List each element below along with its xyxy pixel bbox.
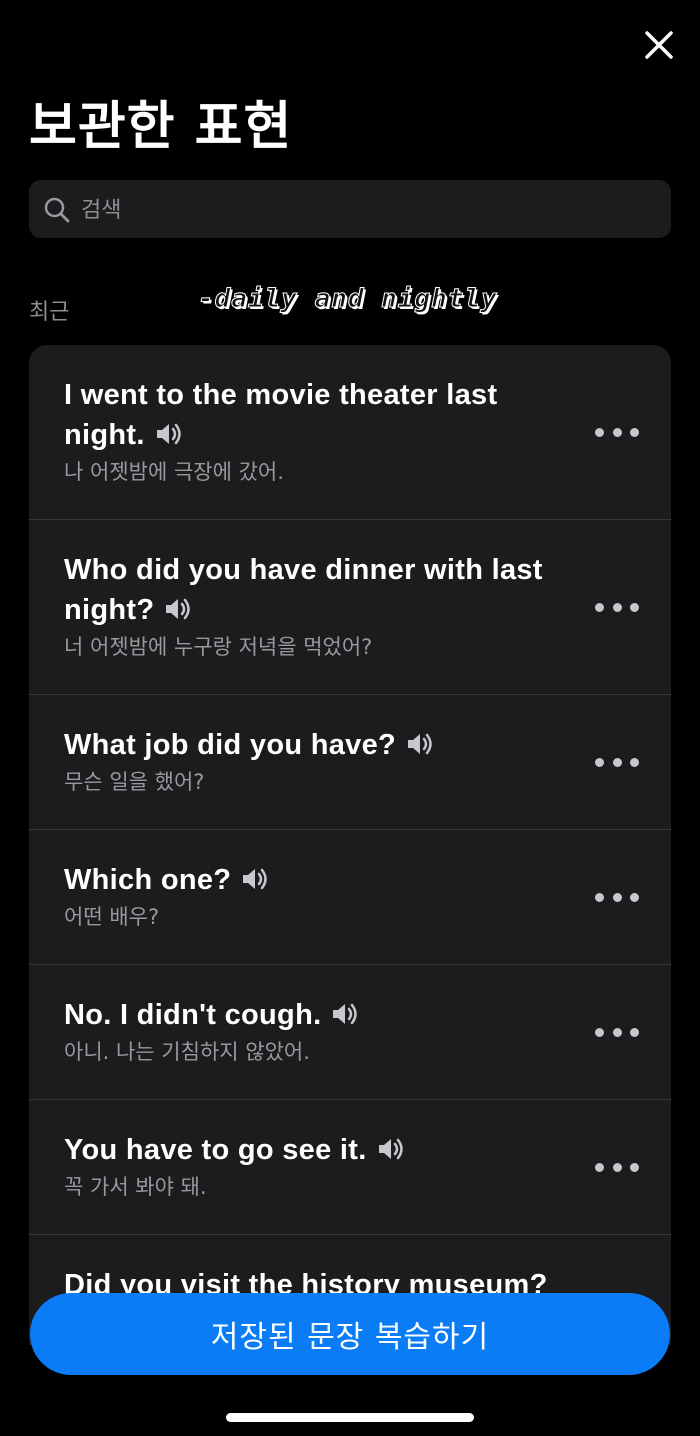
- korean-translation: 꼭 가서 봐야 돼.: [64, 1175, 207, 1199]
- korean-translation: 무슨 일을 했어?: [64, 770, 205, 794]
- list-item[interactable]: Which one? 어떤 배우?: [29, 830, 671, 965]
- page-title: 보관한 표현: [29, 97, 293, 157]
- close-icon[interactable]: [640, 26, 678, 64]
- more-dot: [595, 892, 604, 902]
- list-item[interactable]: You have to go see it. 꼭 가서 봐야 돼.: [29, 1100, 671, 1235]
- more-options-button[interactable]: [595, 752, 639, 772]
- speaker-icon[interactable]: [406, 731, 434, 757]
- more-dot: [612, 1162, 622, 1172]
- list-item[interactable]: Who did you have dinner with last night?…: [29, 520, 671, 695]
- korean-translation: 나 어젯밤에 극장에 갔어.: [64, 460, 284, 484]
- more-dot: [612, 892, 622, 902]
- saved-expressions-list: I went to the movie theater last night. …: [29, 345, 671, 1345]
- speaker-icon[interactable]: [377, 1136, 405, 1162]
- english-sentence: What job did you have?: [64, 729, 397, 761]
- list-item[interactable]: What job did you have? 무슨 일을 했어?: [29, 695, 671, 830]
- more-dot: [595, 757, 604, 767]
- more-options-button[interactable]: [595, 1157, 639, 1177]
- english-sentence: No. I didn't cough.: [64, 999, 322, 1031]
- list-item[interactable]: No. I didn't cough. 아니. 나는 기침하지 않았어.: [29, 965, 671, 1100]
- korean-translation: 어떤 배우?: [64, 905, 160, 929]
- watermark: -daily and nightly: [198, 284, 498, 315]
- review-saved-sentences-button[interactable]: 저장된 문장 복습하기: [30, 1293, 670, 1375]
- more-dot: [630, 602, 639, 612]
- english-sentence: I went to the movie theater last night.: [64, 379, 498, 451]
- korean-translation: 아니. 나는 기침하지 않았어.: [64, 1040, 310, 1064]
- speaker-icon[interactable]: [155, 421, 183, 447]
- more-dot: [612, 757, 622, 767]
- more-dot: [630, 757, 639, 767]
- search-bar[interactable]: [29, 180, 671, 240]
- english-sentence: Which one?: [64, 864, 232, 896]
- more-dot: [612, 602, 622, 612]
- english-sentence: You have to go see it.: [64, 1134, 367, 1166]
- speaker-icon[interactable]: [331, 1001, 359, 1027]
- more-dot: [612, 427, 622, 437]
- more-dot: [595, 1162, 604, 1172]
- more-dot: [595, 1027, 604, 1037]
- speaker-icon[interactable]: [164, 596, 192, 622]
- more-dot: [630, 427, 639, 437]
- more-dot: [630, 892, 639, 902]
- speaker-icon[interactable]: [241, 866, 269, 892]
- list-item[interactable]: I went to the movie theater last night. …: [29, 345, 671, 520]
- more-options-button[interactable]: [595, 887, 639, 907]
- korean-translation: 너 어젯밤에 누구랑 저녁을 먹었어?: [64, 635, 373, 659]
- search-icon: [44, 197, 70, 223]
- more-dot: [630, 1027, 639, 1037]
- more-dot: [612, 1027, 622, 1037]
- home-indicator: [226, 1413, 474, 1422]
- section-label-recent: 최근: [29, 300, 70, 325]
- more-dot: [630, 1162, 639, 1172]
- more-options-button[interactable]: [595, 422, 639, 442]
- more-options-button[interactable]: [595, 597, 639, 617]
- english-sentence: Who did you have dinner with last night?: [64, 554, 543, 626]
- search-input[interactable]: [79, 180, 643, 240]
- more-dot: [595, 602, 604, 612]
- more-dot: [595, 427, 604, 437]
- more-options-button[interactable]: [595, 1022, 639, 1042]
